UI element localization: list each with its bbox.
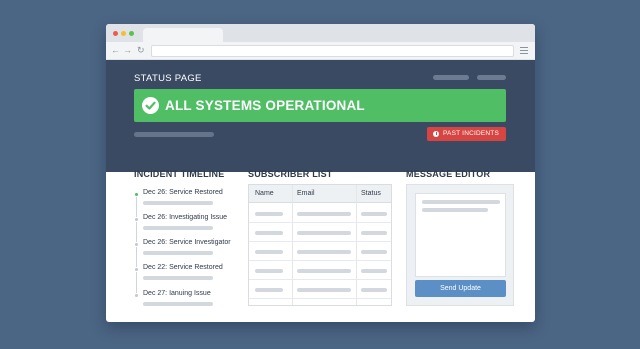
message-editor-panel: Send Update — [406, 184, 514, 306]
cell-placeholder — [361, 250, 387, 254]
message-textarea[interactable] — [415, 193, 506, 277]
column-header-name[interactable]: Name — [255, 190, 274, 197]
cell-placeholder — [297, 269, 351, 273]
check-circle-icon — [142, 97, 159, 114]
timeline-item-detail-placeholder — [143, 302, 213, 306]
browser-nav-bar: ← → ↻ — [106, 42, 535, 60]
browser-tab[interactable] — [143, 28, 223, 42]
cell-placeholder — [361, 288, 387, 292]
table-header: Name Email Status — [249, 185, 391, 203]
timeline-item[interactable]: Dec 26: Investigating Issue — [132, 214, 242, 238]
status-banner: ALL SYSTEMS OPERATIONAL — [134, 89, 506, 122]
past-incidents-label: PAST INCIDENTS — [443, 130, 500, 137]
timeline-item-label: Dec 27: Ianuing Issue — [143, 290, 211, 297]
timeline-dot — [134, 267, 139, 272]
timeline-item-detail-placeholder — [143, 276, 213, 280]
status-subtitle-placeholder — [134, 132, 214, 137]
text-placeholder-line — [422, 200, 500, 204]
timeline-item[interactable]: Dec 26: Service Restored — [132, 189, 242, 213]
cell-placeholder — [297, 212, 351, 216]
cell-placeholder — [255, 269, 283, 273]
cell-placeholder — [361, 269, 387, 273]
timeline-item-detail-placeholder — [143, 226, 213, 230]
incident-timeline-heading: INCIDENT TIMELINE — [134, 169, 225, 179]
timeline-item[interactable]: Dec 22: Service Restored — [132, 264, 242, 288]
page-title: STATUS PAGE — [134, 73, 202, 84]
close-window-dot[interactable] — [113, 31, 118, 36]
browser-tab-bar — [106, 24, 535, 42]
table-row[interactable] — [249, 299, 391, 305]
table-row[interactable] — [249, 204, 391, 223]
past-incidents-button[interactable]: PAST INCIDENTS — [427, 127, 506, 141]
timeline-item-detail-placeholder — [143, 251, 213, 255]
timeline-item[interactable]: Dec 26: Service Investigator — [132, 239, 242, 263]
browser-menu-icon[interactable] — [520, 47, 528, 54]
browser-window: ← → ↻ STATUS PAGE ALL SYSTEMS OPERATIONA… — [106, 24, 535, 322]
text-placeholder-line — [422, 208, 488, 212]
column-header-email[interactable]: Email — [297, 190, 315, 197]
forward-arrow-icon[interactable]: → — [123, 45, 132, 56]
message-editor-heading: MESSAGE EDITOR — [406, 169, 491, 179]
send-update-button[interactable]: Send Update — [415, 280, 506, 297]
timeline-dot — [134, 242, 139, 247]
timeline-item-detail-placeholder — [143, 201, 213, 205]
timeline-item-label: Dec 26: Service Investigator — [143, 239, 231, 246]
table-row[interactable] — [249, 261, 391, 280]
table-row[interactable] — [249, 223, 391, 242]
timeline-item-label: Dec 26: Service Restored — [143, 189, 223, 196]
status-banner-text: ALL SYSTEMS OPERATIONAL — [165, 98, 365, 113]
timeline-item[interactable]: Dec 27: Ianuing Issue — [132, 290, 242, 314]
cell-placeholder — [255, 231, 283, 235]
table-row[interactable] — [249, 280, 391, 299]
cell-placeholder — [255, 288, 283, 292]
reload-icon[interactable]: ↻ — [137, 45, 145, 56]
column-header-status[interactable]: Status — [361, 190, 381, 197]
subscriber-list-heading: SUBSCRIBER LIST — [248, 169, 333, 179]
cell-placeholder — [361, 231, 387, 235]
cell-placeholder — [297, 231, 351, 235]
header-nav-link-placeholder[interactable] — [433, 75, 469, 80]
back-arrow-icon[interactable]: ← — [111, 45, 120, 56]
maximize-window-dot[interactable] — [129, 31, 134, 36]
status-header: STATUS PAGE ALL SYSTEMS OPERATIONAL PAST… — [106, 60, 535, 172]
cell-placeholder — [297, 250, 351, 254]
address-bar[interactable] — [151, 45, 514, 57]
cell-placeholder — [297, 288, 351, 292]
minimize-window-dot[interactable] — [121, 31, 126, 36]
timeline-dot — [134, 293, 139, 298]
header-nav-link-placeholder[interactable] — [477, 75, 506, 80]
timeline-dot — [134, 217, 139, 222]
cell-placeholder — [361, 212, 387, 216]
subscriber-table: Name Email Status — [248, 184, 392, 306]
cell-placeholder — [255, 250, 283, 254]
clock-icon — [433, 131, 439, 137]
cell-placeholder — [255, 212, 283, 216]
timeline-dot-active — [134, 192, 139, 197]
timeline-item-label: Dec 26: Investigating Issue — [143, 214, 228, 221]
table-row[interactable] — [249, 242, 391, 261]
timeline-item-label: Dec 22: Service Restored — [143, 264, 223, 271]
